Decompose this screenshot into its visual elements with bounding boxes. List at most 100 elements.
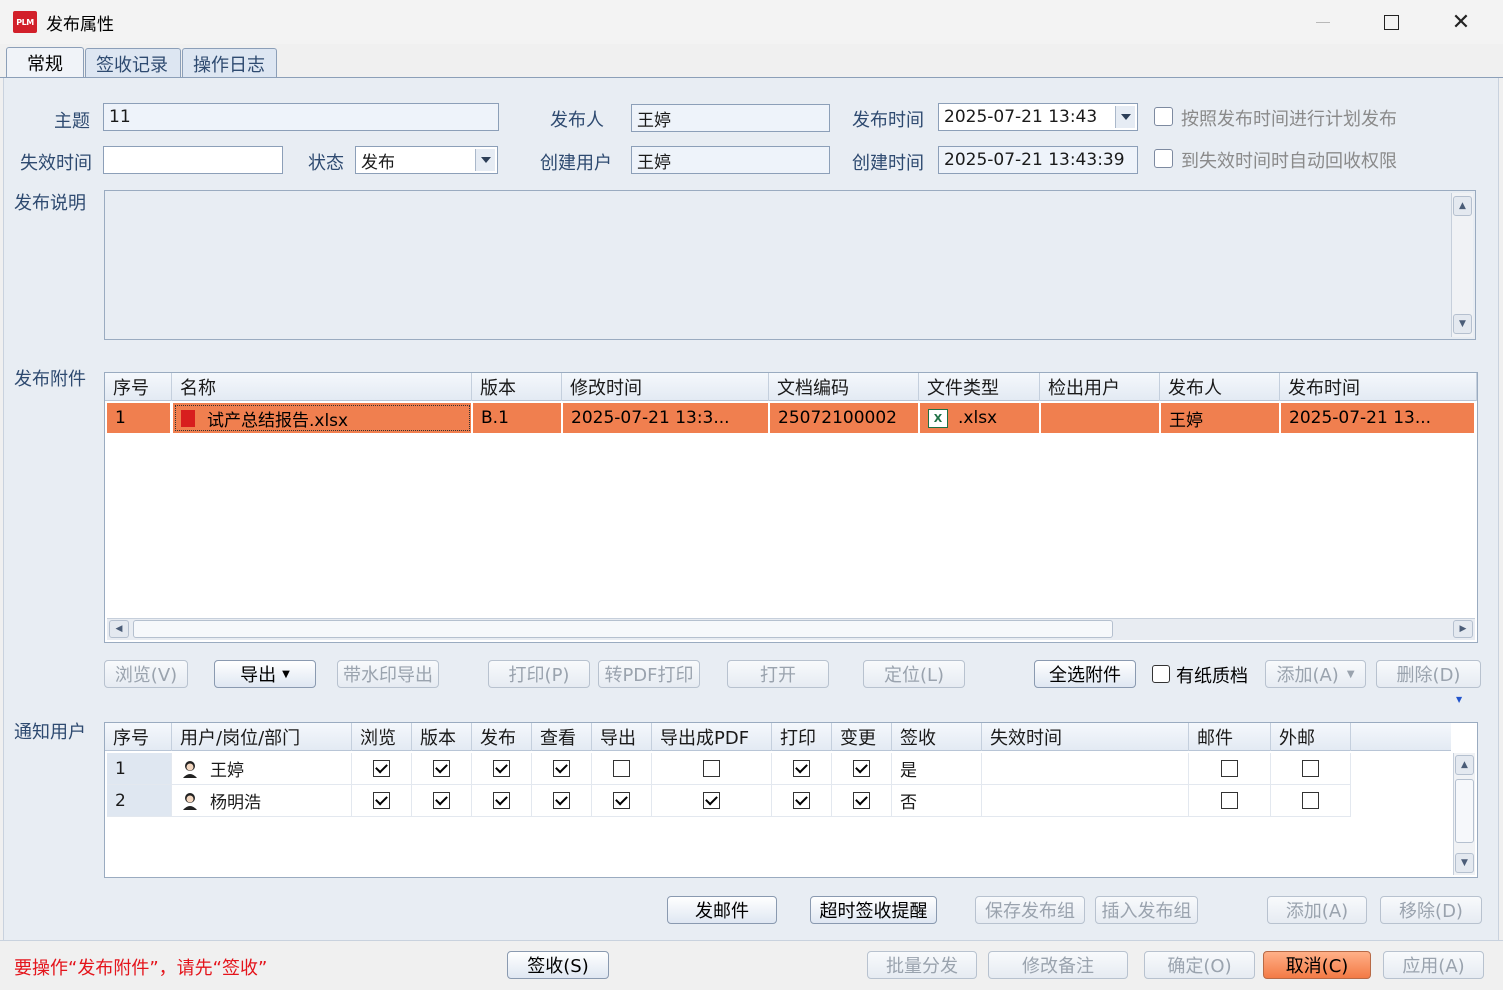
col-browse[interactable]: 浏览 xyxy=(352,723,412,751)
maximize-button[interactable] xyxy=(1368,6,1414,38)
insert-group-button[interactable]: 插入发布组 xyxy=(1095,896,1198,924)
col-time[interactable]: 发布时间 xyxy=(1280,373,1477,401)
export-button[interactable]: 导出 ▼ xyxy=(214,660,316,688)
version-checkbox[interactable] xyxy=(433,760,450,777)
col-publish[interactable]: 发布 xyxy=(472,723,532,751)
sign-button[interactable]: 签收(S) xyxy=(507,951,609,979)
maximize-icon xyxy=(1383,14,1399,30)
view-checkbox[interactable] xyxy=(553,792,570,809)
attachments-header: 序号 名称 版本 修改时间 文档编码 文件类型 检出用户 发布人 发布时间 xyxy=(105,373,1477,401)
col-modified[interactable]: 修改时间 xyxy=(562,373,769,401)
extmail-checkbox[interactable] xyxy=(1302,792,1319,809)
pdf-print-button[interactable]: 转PDF打印 xyxy=(598,660,700,688)
scroll-up-icon[interactable]: ▲ xyxy=(1455,755,1474,775)
mail-checkbox[interactable] xyxy=(1221,760,1238,777)
export-checkbox[interactable] xyxy=(613,760,630,777)
export-label: 导出 xyxy=(240,665,277,686)
publish-checkbox[interactable] xyxy=(493,760,510,777)
version-checkbox[interactable] xyxy=(433,792,450,809)
add-user-button[interactable]: 添加(A) xyxy=(1267,896,1367,924)
chevron-down-icon[interactable] xyxy=(1115,106,1135,128)
tab-sign-records[interactable]: 签收记录 xyxy=(85,48,181,78)
scroll-up-icon[interactable]: ▲ xyxy=(1453,196,1472,216)
attachments-hscrollbar[interactable]: ◀ ▶ xyxy=(107,618,1475,640)
scroll-right-icon[interactable]: ▶ xyxy=(1453,620,1473,638)
print-checkbox[interactable] xyxy=(793,792,810,809)
col-print[interactable]: 打印 xyxy=(772,723,832,751)
extmail-checkbox[interactable] xyxy=(1302,760,1319,777)
view-checkbox[interactable] xyxy=(553,760,570,777)
col-code[interactable]: 文档编码 xyxy=(769,373,919,401)
window-title: 发布属性 xyxy=(46,15,114,35)
publish-time-picker[interactable]: 2025-07-21 13:43 xyxy=(938,103,1138,131)
mail-checkbox[interactable] xyxy=(1221,792,1238,809)
expand-icon[interactable]: ▼ xyxy=(1456,695,1462,704)
print-button[interactable]: 打印(P) xyxy=(488,660,590,688)
browse-checkbox[interactable] xyxy=(373,760,390,777)
col-user[interactable]: 用户/岗位/部门 xyxy=(172,723,352,751)
apply-button[interactable]: 应用(A) xyxy=(1383,951,1484,979)
scroll-left-icon[interactable]: ◀ xyxy=(109,620,129,638)
browse-button[interactable]: 浏览(V) xyxy=(104,660,188,688)
paper-archive-checkbox[interactable] xyxy=(1152,665,1170,683)
col-version[interactable]: 版本 xyxy=(472,373,562,401)
locate-button[interactable]: 定位(L) xyxy=(863,660,965,688)
col-version[interactable]: 版本 xyxy=(412,723,472,751)
add-attachment-button[interactable]: 添加(A) ▼ xyxy=(1265,660,1366,688)
export-checkbox[interactable] xyxy=(613,792,630,809)
remove-user-button[interactable]: 移除(D) xyxy=(1380,896,1482,924)
status-select[interactable]: 发布 xyxy=(355,146,498,174)
col-change[interactable]: 变更 xyxy=(832,723,892,751)
tab-general[interactable]: 常规 xyxy=(6,47,84,78)
publish-checkbox[interactable] xyxy=(493,792,510,809)
browse-checkbox[interactable] xyxy=(373,792,390,809)
description-scrollbar[interactable]: ▲ ▼ xyxy=(1451,193,1473,337)
close-button[interactable]: ✕ xyxy=(1438,6,1484,38)
pdf-checkbox[interactable] xyxy=(703,760,720,777)
col-export[interactable]: 导出 xyxy=(592,723,652,751)
send-mail-button[interactable]: 发邮件 xyxy=(667,896,777,924)
save-group-button[interactable]: 保存发布组 xyxy=(975,896,1085,924)
tab-operation-log[interactable]: 操作日志 xyxy=(182,48,277,78)
cancel-button[interactable]: 取消(C) xyxy=(1263,951,1371,979)
col-no[interactable]: 序号 xyxy=(105,723,172,751)
col-expire[interactable]: 失效时间 xyxy=(982,723,1189,751)
pdf-checkbox[interactable] xyxy=(703,792,720,809)
cell-extmail xyxy=(1271,753,1351,785)
scroll-thumb[interactable] xyxy=(133,620,1113,638)
overdue-reminder-button[interactable]: 超时签收提醒 xyxy=(810,896,937,924)
col-type[interactable]: 文件类型 xyxy=(919,373,1040,401)
col-name[interactable]: 名称 xyxy=(172,373,472,401)
change-checkbox[interactable] xyxy=(853,760,870,777)
delete-attachment-button[interactable]: 删除(D) xyxy=(1376,660,1481,688)
col-no[interactable]: 序号 xyxy=(105,373,172,401)
col-pdf[interactable]: 导出成PDF xyxy=(652,723,772,751)
chevron-down-icon[interactable] xyxy=(475,149,495,171)
print-checkbox[interactable] xyxy=(793,760,810,777)
ok-button[interactable]: 确定(O) xyxy=(1144,951,1255,979)
edit-note-button[interactable]: 修改备注 xyxy=(988,951,1128,979)
minimize-button[interactable] xyxy=(1300,6,1346,38)
subject-input[interactable]: 11 xyxy=(103,103,499,131)
scroll-thumb[interactable] xyxy=(1455,779,1474,843)
col-checkout[interactable]: 检出用户 xyxy=(1040,373,1160,401)
user-avatar-icon xyxy=(180,791,200,811)
scroll-down-icon[interactable]: ▼ xyxy=(1453,314,1472,334)
cell-expire xyxy=(982,753,1189,785)
col-sign[interactable]: 签收 xyxy=(892,723,982,751)
col-view[interactable]: 查看 xyxy=(532,723,592,751)
col-extmail[interactable]: 外邮 xyxy=(1271,723,1351,751)
scroll-down-icon[interactable]: ▼ xyxy=(1455,853,1474,873)
users-scrollbar[interactable]: ▲ ▼ xyxy=(1453,753,1475,875)
col-mail[interactable]: 邮件 xyxy=(1189,723,1271,751)
change-checkbox[interactable] xyxy=(853,792,870,809)
open-button[interactable]: 打开 xyxy=(727,660,829,688)
batch-distribute-button[interactable]: 批量分发 xyxy=(867,951,977,979)
select-all-button[interactable]: 全选附件 xyxy=(1034,660,1136,688)
description-textarea[interactable]: ▲ ▼ xyxy=(104,190,1476,340)
auto-revoke-checkbox[interactable] xyxy=(1154,149,1173,168)
expire-input[interactable] xyxy=(103,146,283,174)
export-watermark-button[interactable]: 带水印导出 xyxy=(337,660,439,688)
col-publisher[interactable]: 发布人 xyxy=(1160,373,1280,401)
plan-publish-checkbox[interactable] xyxy=(1154,107,1173,126)
